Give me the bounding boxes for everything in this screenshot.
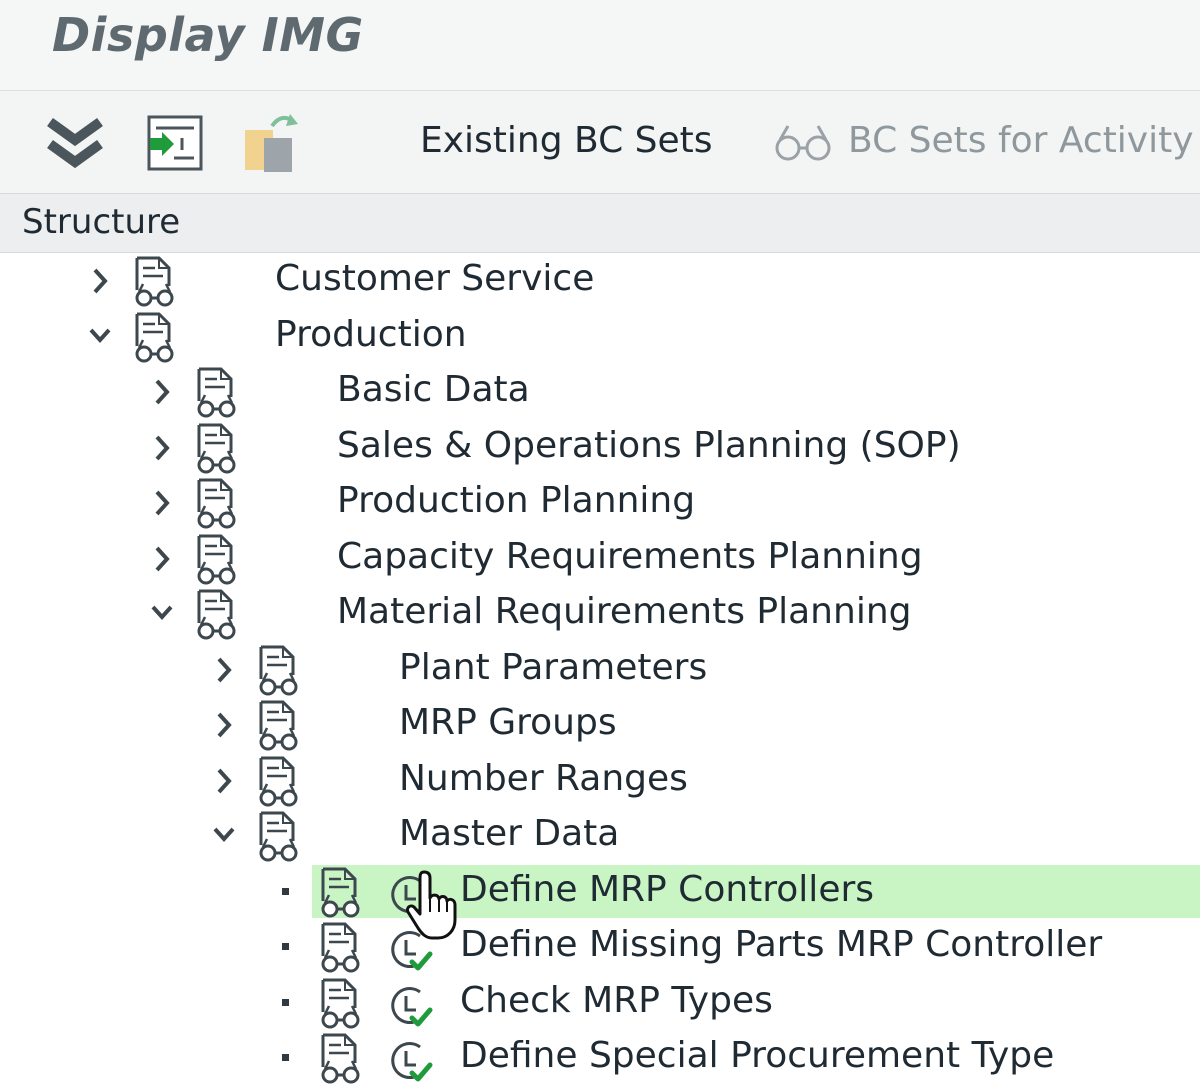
chevron-right-icon[interactable] [147,486,177,520]
tree-node[interactable]: Capacity Requirements Planning [0,532,1200,587]
tree-node-label: Plant Parameters [399,647,708,688]
chevron-right-icon[interactable] [147,431,177,465]
tree-node-label: Check MRP Types [460,980,773,1021]
document-glasses-icon [321,922,360,973]
hand-cursor-icon [406,870,457,940]
tree-node-label: Material Requirements Planning [337,591,912,632]
execute-clock-check-icon[interactable] [386,1039,434,1085]
tree-node-label: Basic Data [337,369,530,410]
tree-node-label: Number Ranges [399,758,688,799]
tree-node-label: Master Data [399,813,620,854]
document-glasses-icon [321,867,360,918]
tree-node-label: Define Special Procurement Type [460,1035,1055,1076]
structure-header-label: Structure [22,202,181,242]
chevron-right-icon[interactable] [85,264,115,298]
bc-sets-for-activity-button[interactable]: BC Sets for Activity [848,120,1194,161]
tree-node[interactable]: MRP Groups [0,698,1200,753]
chevron-right-icon[interactable] [209,708,239,742]
structure-header: Structure [0,194,1200,253]
chevron-right-icon[interactable] [209,764,239,798]
tree-node[interactable]: Check MRP Types [0,976,1200,1031]
tree-node-label: MRP Groups [399,702,617,743]
leaf-bullet [282,999,289,1006]
tree-node[interactable]: Define Special Procurement Type [0,1031,1200,1086]
document-glasses-icon [321,1033,360,1084]
chevron-right-icon[interactable] [209,653,239,687]
document-glasses-icon [135,312,174,363]
document-glasses-icon [197,478,236,529]
chevron-down-icon[interactable] [85,320,115,354]
tree-node[interactable]: Basic Data [0,365,1200,420]
copy-transport-icon[interactable] [242,110,302,174]
tree-node[interactable]: Customer Service [0,254,1200,309]
document-glasses-icon [197,534,236,585]
document-glasses-icon [259,756,298,807]
document-glasses-icon [197,367,236,418]
tree-node[interactable]: Number Ranges [0,754,1200,809]
document-glasses-icon [259,811,298,862]
document-glasses-icon [197,589,236,640]
double-chevron-down-icon[interactable] [44,116,106,172]
tree-node[interactable]: Define MRP Controllers [0,865,1200,920]
tree-node-label: Customer Service [275,258,595,299]
document-glasses-icon [259,700,298,751]
tree-node-label: Production Planning [337,480,696,521]
page-title: Display IMG [52,8,364,62]
tree-node[interactable]: Production Planning [0,476,1200,531]
tree-node-label: Sales & Operations Planning (SOP) [337,425,961,466]
tree-node[interactable]: Sales & Operations Planning (SOP) [0,421,1200,476]
tree-node[interactable]: Production [0,310,1200,365]
tree-node-label: Capacity Requirements Planning [337,536,923,577]
document-glasses-icon [135,256,174,307]
chevron-down-icon[interactable] [209,819,239,853]
glasses-icon [775,125,831,161]
existing-bc-sets-button[interactable]: Existing BC Sets [420,120,713,161]
leaf-bullet [282,888,289,895]
tree-node-label: Production [275,314,467,355]
document-glasses-icon [197,423,236,474]
execute-clock-check-icon[interactable] [386,984,434,1030]
tree-node[interactable]: Master Data [0,809,1200,864]
chevron-right-icon[interactable] [147,542,177,576]
chevron-right-icon[interactable] [147,375,177,409]
execute-document-icon[interactable] [146,114,204,172]
title-bar: Display IMG [0,0,1200,91]
leaf-bullet [282,943,289,950]
tree-node-label: Define Missing Parts MRP Controller [460,924,1103,965]
tree-node[interactable]: Define Missing Parts MRP Controller [0,920,1200,975]
tree-node[interactable]: Material Requirements Planning [0,587,1200,642]
document-glasses-icon [321,978,360,1029]
document-glasses-icon [259,645,298,696]
tree-node-label: Define MRP Controllers [460,869,875,910]
tree-node[interactable]: Plant Parameters [0,643,1200,698]
chevron-down-icon[interactable] [147,597,177,631]
